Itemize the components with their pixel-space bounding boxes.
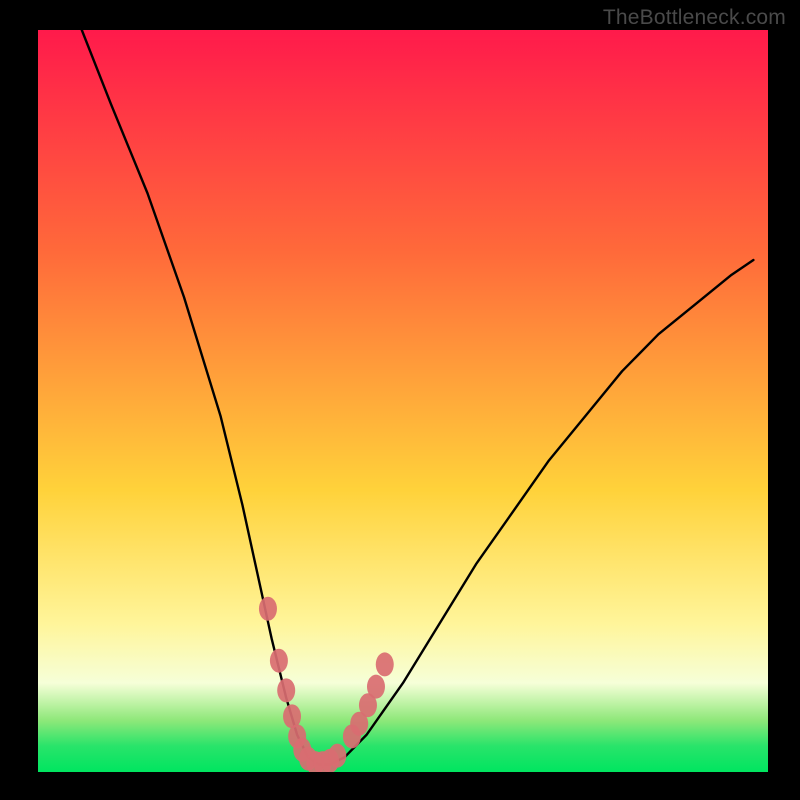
bottleneck-chart xyxy=(0,0,800,800)
curve-marker xyxy=(270,649,288,673)
curve-marker xyxy=(376,652,394,676)
curve-marker xyxy=(328,744,346,768)
watermark-text: TheBottleneck.com xyxy=(603,6,786,30)
curve-marker xyxy=(277,678,295,702)
curve-marker xyxy=(259,597,277,621)
curve-marker xyxy=(367,675,385,699)
chart-stage: TheBottleneck.com xyxy=(0,0,800,800)
chart-background xyxy=(38,30,768,772)
